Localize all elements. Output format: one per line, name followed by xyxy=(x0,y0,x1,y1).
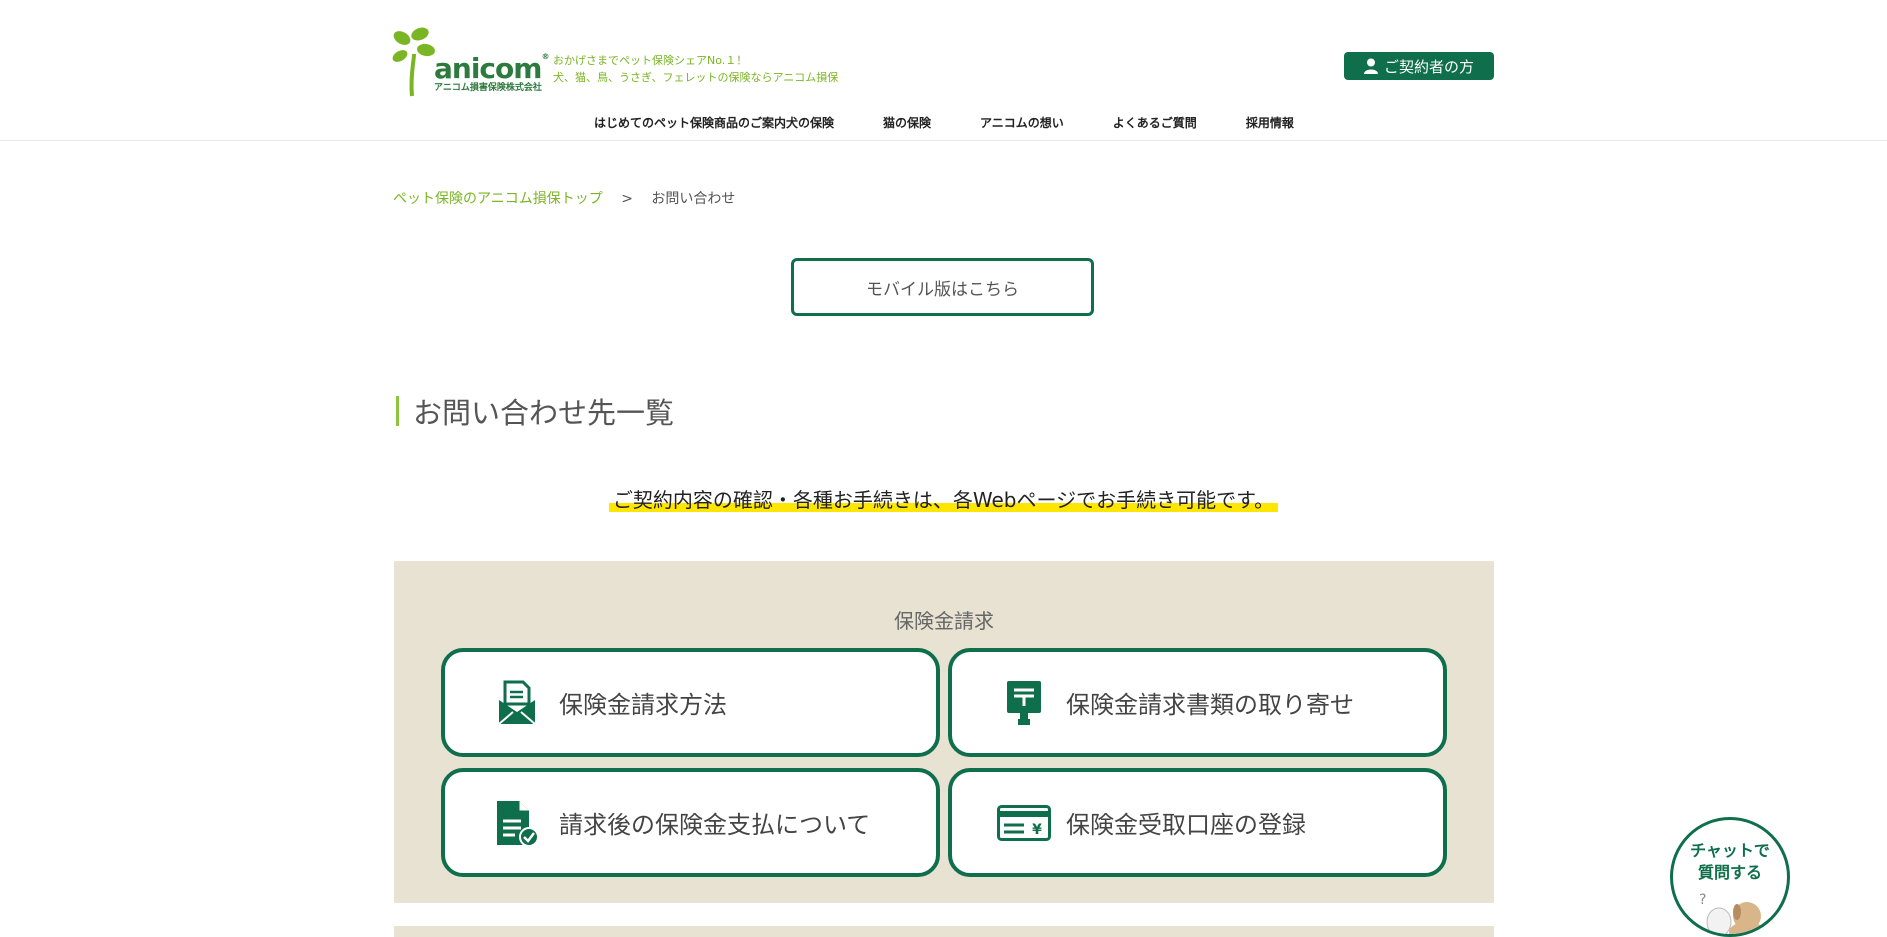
breadcrumb: ペット保険のアニコム損保トップ > お問い合わせ xyxy=(393,188,735,208)
envelope-document-icon xyxy=(498,680,536,725)
anicom-logo[interactable]: anicom® アニコム損害保険株式会社 xyxy=(392,26,552,98)
breadcrumb-home-link[interactable]: ペット保険のアニコム損保トップ xyxy=(393,191,603,207)
chat-button-line-1: チャットで xyxy=(1690,841,1770,860)
page-title: お問い合わせ先一覧 xyxy=(396,394,674,430)
contractor-button[interactable]: ご契約者の方 xyxy=(1344,52,1494,80)
claims-section-title: 保険金請求 xyxy=(894,609,994,633)
notice-text: ご契約内容の確認・各種お手続きは、各Webページでお手続き可能です。 xyxy=(608,488,1279,512)
card-payment-after-claim[interactable]: 請求後の保険金支払について xyxy=(441,768,940,877)
chat-button-line-2: 質問する xyxy=(1697,863,1762,882)
pets-illustration-icon: ? xyxy=(1699,892,1765,934)
nav-item-philosophy[interactable]: アニコムの想い xyxy=(980,114,1064,132)
svg-text:?: ? xyxy=(1699,892,1706,908)
nav-item-dog-insurance[interactable]: はじめてのペット保険商品のご案内犬の保険 xyxy=(594,114,834,132)
page-title-text: お問い合わせ先一覧 xyxy=(413,396,675,430)
title-accent-bar xyxy=(396,396,399,426)
next-section-panel xyxy=(394,926,1494,937)
tagline-line-1: おかげさまでペット保険シェアNo.１！ xyxy=(553,54,748,67)
site-header: anicom® アニコム損害保険株式会社 おかげさまでペット保険シェアNo.１！… xyxy=(0,0,1887,141)
logo-company-name: アニコム損害保険株式会社 xyxy=(434,83,542,93)
nav-item-recruit[interactable]: 採用情報 xyxy=(1246,114,1294,132)
document-check-icon xyxy=(497,800,539,847)
card-request-forms[interactable]: 保険金請求書類の取り寄せ xyxy=(948,648,1447,757)
bank-card-icon: ¥ xyxy=(997,804,1051,841)
breadcrumb-current: お問い合わせ xyxy=(651,191,736,207)
tagline-line-2: 犬、猫、鳥、うさぎ、フェレットの保険ならアニコム損保 xyxy=(553,71,839,84)
user-icon xyxy=(1363,58,1378,74)
breadcrumb-separator: > xyxy=(621,191,633,207)
header-tagline: おかげさまでペット保険シェアNo.１！ 犬、猫、鳥、うさぎ、フェレットの保険なら… xyxy=(553,52,838,86)
card-bank-account-registration[interactable]: ¥ 保険金受取口座の登録 xyxy=(948,768,1447,877)
nav-item-cat-insurance[interactable]: 猫の保険 xyxy=(883,114,931,132)
clover-logo-icon xyxy=(392,27,435,97)
card-bank-account-registration-label: 保険金受取口座の登録 xyxy=(1066,811,1306,839)
contractor-button-label: ご契約者の方 xyxy=(1383,57,1474,76)
card-request-forms-label: 保険金請求書類の取り寄せ xyxy=(1066,691,1354,719)
nav-item-faq[interactable]: よくあるご質問 xyxy=(1113,114,1197,132)
card-claim-method-label: 保険金請求方法 xyxy=(559,691,727,719)
chat-button-label: チャットで 質問する xyxy=(1673,840,1787,884)
card-claim-method[interactable]: 保険金請求方法 xyxy=(441,648,940,757)
svg-text:¥: ¥ xyxy=(1032,822,1042,838)
chat-button[interactable]: チャットで 質問する ? xyxy=(1670,817,1790,937)
mailbox-icon xyxy=(1007,680,1041,725)
notice-banner: ご契約内容の確認・各種お手続きは、各Webページでお手続き可能です。 xyxy=(0,484,1887,513)
card-payment-after-claim-label: 請求後の保険金支払について xyxy=(559,811,871,839)
claims-panel: 保険金請求 保険金請求方法 保険金請求書類の取り寄せ 請求後の保険金支払について… xyxy=(394,561,1494,903)
global-nav: はじめてのペット保険商品のご案内犬の保険 猫の保険 アニコムの想い よくあるご質… xyxy=(594,114,1343,132)
mobile-version-button[interactable]: モバイル版はこちら xyxy=(791,258,1094,316)
